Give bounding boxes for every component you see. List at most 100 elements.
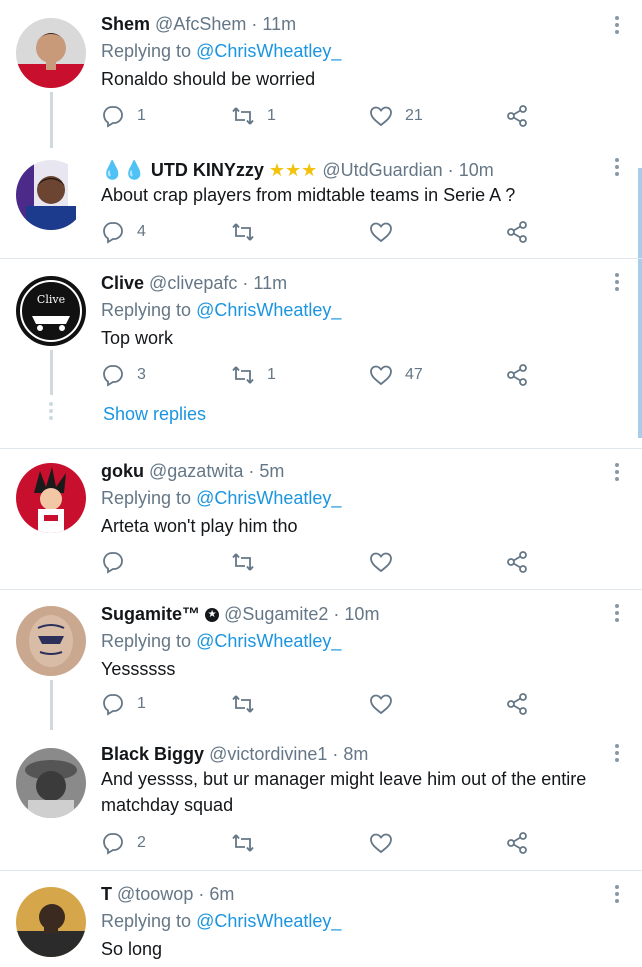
avatar[interactable] [16, 160, 86, 230]
reply-button[interactable]: 2 [101, 830, 146, 856]
more-icon[interactable] [614, 604, 620, 624]
user-handle[interactable]: @clivepafc [149, 273, 237, 293]
like-icon [370, 833, 392, 854]
retweet-count: 1 [267, 107, 276, 124]
share-button[interactable] [505, 219, 529, 245]
display-name[interactable]: Clive [101, 273, 144, 293]
like-icon [370, 694, 392, 715]
tweet[interactable]: 💧💧 UTD KINYzzy ★★★ @UtdGuardian · 10m Ab… [0, 148, 642, 258]
avatar[interactable] [16, 606, 86, 676]
retweet-button[interactable]: 1 [231, 362, 276, 388]
replying-to: Replying to @ChrisWheatley_ [101, 300, 342, 320]
reply-count: 1 [137, 695, 146, 712]
display-name[interactable]: Sugamite™ [101, 604, 200, 624]
share-button[interactable] [505, 549, 529, 575]
like-button[interactable] [369, 219, 393, 245]
avatar[interactable] [16, 748, 86, 818]
like-icon [370, 365, 392, 386]
tweet[interactable]: goku @gazatwita · 5m Replying to @ChrisW… [0, 449, 642, 589]
display-name[interactable]: Shem [101, 14, 150, 34]
tweet[interactable]: Clive Clive @clivepafc · 11m Replying to… [0, 259, 642, 449]
replying-to: Replying to @ChrisWheatley_ [101, 911, 342, 931]
share-icon [507, 551, 527, 573]
like-icon [370, 106, 392, 127]
reply-button[interactable]: 4 [101, 219, 146, 245]
user-handle[interactable]: @UtdGuardian [322, 160, 442, 180]
tweet-text: Yessssss [101, 659, 176, 679]
like-button[interactable] [369, 691, 393, 717]
mention-link[interactable]: @ChrisWheatley_ [196, 300, 341, 320]
retweet-button[interactable] [231, 691, 255, 717]
thread-dots [49, 402, 53, 423]
replying-to: Replying to @ChrisWheatley_ [101, 631, 342, 651]
replying-to: Replying to @ChrisWheatley_ [101, 488, 342, 508]
user-handle[interactable]: @gazatwita [149, 461, 243, 481]
tweet[interactable]: Shem @AfcShem · 11m Replying to @ChrisWh… [0, 0, 642, 148]
avatar[interactable] [16, 18, 86, 88]
retweet-button[interactable] [231, 549, 255, 575]
more-icon[interactable] [614, 273, 620, 293]
timestamp[interactable]: 5m [259, 461, 284, 481]
like-button[interactable] [369, 830, 393, 856]
tweet-text: Ronaldo should be worried [101, 69, 316, 89]
avatar[interactable] [16, 463, 86, 533]
share-icon [507, 832, 527, 854]
reply-button[interactable]: 3 [101, 362, 146, 388]
display-name[interactable]: goku [101, 461, 144, 481]
tweet-text: And yessss, but ur manager might leave h… [101, 769, 587, 815]
timestamp[interactable]: 10m [344, 604, 379, 624]
retweet-button[interactable] [231, 830, 255, 856]
retweet-icon [232, 366, 254, 384]
timestamp[interactable]: 10m [459, 160, 494, 180]
display-name[interactable]: UTD KINYzzy [151, 160, 264, 180]
mention-link[interactable]: @ChrisWheatley_ [196, 631, 341, 651]
retweet-icon [232, 553, 254, 571]
reply-button[interactable] [101, 549, 125, 575]
tweet[interactable]: Sugamite™ ★ @Sugamite2 · 10m Replying to… [0, 590, 642, 730]
share-button[interactable] [505, 691, 529, 717]
timestamp[interactable]: 6m [209, 884, 234, 904]
more-icon[interactable] [614, 885, 620, 905]
tweet[interactable]: T @toowop · 6m Replying to @ChrisWheatle… [0, 871, 642, 967]
timestamp[interactable]: 11m [262, 14, 296, 34]
timestamp[interactable]: 11m [253, 273, 287, 293]
display-name[interactable]: T [101, 884, 112, 904]
avatar[interactable] [16, 887, 86, 957]
user-handle[interactable]: @toowop [117, 884, 193, 904]
retweet-button[interactable] [231, 219, 255, 245]
retweet-button[interactable]: 1 [231, 103, 276, 129]
reply-button[interactable]: 1 [101, 691, 146, 717]
reply-count: 4 [137, 223, 146, 240]
more-icon[interactable] [614, 158, 620, 178]
share-button[interactable] [505, 103, 529, 129]
display-name[interactable]: Black Biggy [101, 744, 204, 764]
mention-link[interactable]: @ChrisWheatley_ [196, 488, 341, 508]
timestamp[interactable]: 8m [343, 744, 368, 764]
reply-button[interactable]: 1 [101, 103, 146, 129]
like-button[interactable]: 21 [369, 103, 423, 129]
more-icon[interactable] [614, 463, 620, 483]
more-icon[interactable] [614, 744, 620, 764]
badge-icon: ★ [205, 608, 220, 623]
tweet[interactable]: Black Biggy @victordivine1 · 8m And yess… [0, 730, 642, 870]
tweet-text: Top work [101, 328, 174, 348]
user-handle[interactable]: @AfcShem [155, 14, 246, 34]
star-icon: ★★★ [268, 160, 318, 180]
avatar[interactable]: Clive [16, 276, 86, 346]
like-button[interactable] [369, 549, 393, 575]
blood-drop-icon: 💧💧 [101, 160, 146, 180]
share-button[interactable] [505, 362, 529, 388]
mention-link[interactable]: @ChrisWheatley_ [196, 41, 341, 61]
reply-icon [103, 833, 123, 855]
tweet-actions: 2 [101, 830, 531, 856]
show-replies-link[interactable]: Show replies [103, 404, 206, 425]
user-handle[interactable]: @victordivine1 [209, 744, 327, 764]
user-handle[interactable]: @Sugamite2 [224, 604, 328, 624]
like-count: 21 [405, 107, 423, 124]
like-button[interactable]: 47 [369, 362, 423, 388]
more-icon[interactable] [614, 16, 620, 36]
share-button[interactable] [505, 830, 529, 856]
avatar-logo-text: Clive [37, 293, 65, 306]
mention-link[interactable]: @ChrisWheatley_ [196, 911, 341, 931]
tweet-text: So long [101, 939, 163, 959]
